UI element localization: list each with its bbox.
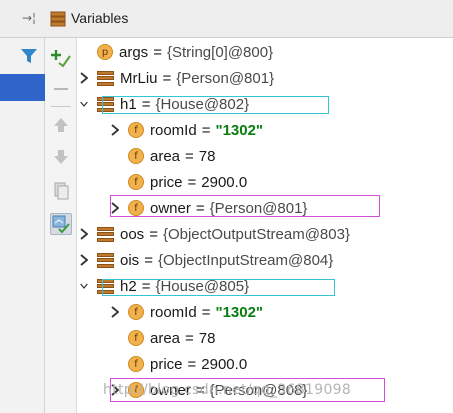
expand-arrow-icon[interactable]: [77, 247, 91, 273]
collapse-arrow-icon[interactable]: [77, 91, 91, 117]
copy-icon[interactable]: [50, 180, 72, 202]
tree-row[interactable]: MrLiu = {Person@801}: [77, 65, 274, 91]
show-watches-icon: [52, 215, 70, 234]
variable-value: {ObjectOutputStream@803}: [162, 225, 350, 243]
variable-value: 78: [198, 147, 216, 165]
variables-tree: p args = {String[0]@800} MrLiu = {Person…: [77, 38, 453, 413]
variable-value: 2900.0: [201, 355, 248, 373]
variable-value: "1302": [215, 121, 264, 139]
filter-icon[interactable]: [19, 46, 39, 66]
tree-row[interactable]: oos = {ObjectOutputStream@803}: [77, 221, 350, 247]
expand-arrow-icon[interactable]: [108, 117, 122, 143]
add-watch-icon[interactable]: [50, 46, 72, 68]
watermark: http://blog.csdn.net/qq_36819098: [103, 382, 352, 398]
tree-row[interactable]: f price = 2900.0: [108, 351, 247, 377]
tree-row[interactable]: f roomId = "1302": [108, 117, 263, 143]
field-icon: f: [128, 304, 144, 320]
selected-frame-row[interactable]: [0, 74, 45, 101]
tree-row[interactable]: f area = 78: [108, 325, 215, 351]
highlight-box-h2: [102, 279, 335, 296]
variable-value: {Person@801}: [176, 69, 275, 87]
expand-arrow-icon[interactable]: [77, 65, 91, 91]
object-icon: [97, 70, 114, 86]
variables-header: Variables: [45, 0, 453, 38]
variables-icon: [50, 11, 66, 27]
object-icon: [97, 252, 114, 268]
variable-name: args: [119, 43, 149, 61]
variable-name: area: [150, 147, 181, 165]
variables-toolbar: [45, 38, 77, 413]
pin-icon[interactable]: →¦: [22, 9, 40, 27]
show-watches-button[interactable]: [50, 213, 72, 235]
highlight-box-h1: [102, 96, 329, 114]
variable-value: {ObjectInputStream@804}: [157, 251, 334, 269]
move-down-icon[interactable]: [50, 146, 72, 168]
panel-title: Variables: [71, 10, 129, 26]
tree-row[interactable]: ois = {ObjectInputStream@804}: [77, 247, 333, 273]
tree-row[interactable]: f area = 78: [108, 143, 215, 169]
variable-name: oos: [120, 225, 145, 243]
variable-value: 78: [198, 329, 216, 347]
highlight-box-owner-h1: [110, 195, 380, 217]
variable-name: MrLiu: [120, 69, 158, 87]
variable-value: "1302": [215, 303, 264, 321]
frames-panel-strip: →¦: [0, 0, 45, 413]
variable-value: {String[0]@800}: [166, 43, 274, 61]
variable-name: ois: [120, 251, 140, 269]
frames-panel-header: →¦: [0, 0, 45, 38]
variable-name: price: [150, 355, 183, 373]
variable-name: area: [150, 329, 181, 347]
tree-row[interactable]: f price = 2900.0: [108, 169, 247, 195]
tree-row[interactable]: f roomId = "1302": [108, 299, 263, 325]
move-up-icon[interactable]: [50, 114, 72, 136]
variable-name: price: [150, 173, 183, 191]
field-icon: f: [128, 122, 144, 138]
field-icon: f: [128, 174, 144, 190]
field-icon: f: [128, 148, 144, 164]
expand-arrow-icon[interactable]: [77, 221, 91, 247]
object-icon: [97, 226, 114, 242]
tree-row[interactable]: p args = {String[0]@800}: [77, 39, 273, 65]
variable-name: roomId: [150, 121, 197, 139]
field-icon: f: [128, 330, 144, 346]
parameter-icon: p: [97, 44, 113, 60]
variable-value: 2900.0: [201, 173, 248, 191]
field-icon: f: [128, 356, 144, 372]
remove-watch-icon[interactable]: [50, 78, 72, 100]
variable-name: roomId: [150, 303, 197, 321]
toolbar-divider: [51, 106, 71, 107]
expand-arrow-icon[interactable]: [108, 299, 122, 325]
collapse-arrow-icon[interactable]: [77, 273, 91, 299]
